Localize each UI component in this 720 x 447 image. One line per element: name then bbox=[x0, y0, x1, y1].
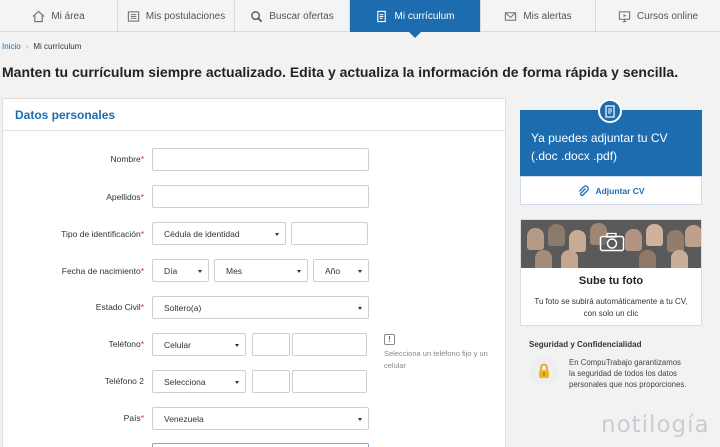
telefono-tipo-select[interactable]: Celular bbox=[152, 333, 246, 356]
face-thumbnail bbox=[535, 250, 552, 268]
face-thumbnail bbox=[548, 224, 565, 246]
anio-value: Año bbox=[325, 265, 341, 276]
attach-cv-button[interactable]: Adjuntar CV bbox=[520, 176, 702, 205]
phone-hint: Selecciona un teléfono fijo y un celular bbox=[384, 349, 488, 370]
security-text: En CompuTrabajo garantizamos la segurida… bbox=[569, 358, 687, 389]
tipo-identificacion-select[interactable]: Cédula de identidad bbox=[152, 222, 286, 245]
apellidos-label-text: Apellidos bbox=[106, 192, 141, 202]
required-mark: * bbox=[140, 302, 144, 312]
fecha-nacimiento-label: Fecha de nacimiento* bbox=[62, 266, 144, 276]
anio-select[interactable]: Año bbox=[313, 259, 369, 282]
estado-civil-label-text: Estado Civil bbox=[95, 302, 141, 312]
nav-cursos-online[interactable]: Cursos online bbox=[596, 0, 720, 32]
people-photo-strip bbox=[521, 220, 701, 268]
nav-mis-postulaciones-label: Mis postulaciones bbox=[145, 10, 226, 22]
estado-civil-select[interactable]: Soltero(a) bbox=[152, 296, 369, 319]
telefono2-label-text: Teléfono 2 bbox=[104, 376, 144, 386]
page-headline: Manten tu currículum siempre actualizado… bbox=[2, 64, 679, 80]
apellidos-label: Apellidos* bbox=[106, 192, 144, 202]
card-title: Datos personales bbox=[3, 99, 505, 131]
required-mark: * bbox=[140, 229, 144, 239]
dia-select[interactable]: Día bbox=[152, 259, 209, 282]
cv-document-icon bbox=[598, 99, 622, 123]
breadcrumb-separator: › bbox=[25, 42, 29, 51]
nombre-label: Nombre* bbox=[110, 154, 144, 164]
telefono-numero-input[interactable] bbox=[292, 333, 367, 356]
fecha-nacimiento-label-text: Fecha de nacimiento bbox=[61, 266, 141, 276]
pais-label: País* bbox=[124, 413, 144, 423]
face-thumbnail bbox=[646, 224, 663, 246]
nav-buscar-ofertas[interactable]: Buscar ofertas bbox=[235, 0, 350, 32]
face-thumbnail bbox=[671, 250, 688, 268]
nombre-input[interactable] bbox=[152, 148, 369, 171]
required-mark: * bbox=[140, 413, 144, 423]
envelope-icon bbox=[505, 11, 517, 21]
telefono2-tipo-select[interactable]: Selecciona bbox=[152, 370, 246, 393]
security-title: Seguridad y Confidencialidad bbox=[529, 340, 642, 349]
tipo-identificacion-label: Tipo de identificación* bbox=[61, 229, 144, 239]
face-thumbnail bbox=[569, 230, 586, 252]
nav-mis-postulaciones[interactable]: Mis postulaciones bbox=[118, 0, 235, 32]
list-icon bbox=[127, 10, 139, 22]
face-thumbnail bbox=[639, 250, 656, 268]
face-thumbnail bbox=[527, 228, 544, 250]
cv-upload-text: Ya puedes adjuntar tu CV (.doc .docx .pd… bbox=[531, 131, 668, 163]
camera-icon bbox=[599, 232, 625, 252]
upload-photo-box[interactable]: Sube tu foto Tu foto se subirá automátic… bbox=[520, 219, 702, 326]
lock-icon bbox=[530, 357, 558, 385]
telefono-codigo-input[interactable] bbox=[252, 333, 290, 356]
telefono-tipo-value: Celular bbox=[164, 339, 191, 350]
tipo-identificacion-label-text: Tipo de identificación bbox=[61, 229, 141, 239]
telefono2-tipo-value: Selecciona bbox=[164, 376, 206, 387]
nav-mis-alertas-label: Mis alertas bbox=[523, 10, 572, 22]
telefono-label-text: Teléfono bbox=[108, 339, 141, 349]
required-mark: * bbox=[140, 192, 144, 202]
pais-select[interactable]: Venezuela bbox=[152, 407, 369, 430]
breadcrumb-current: Mi currículum bbox=[33, 42, 82, 51]
breadcrumb-home-link[interactable]: Inicio bbox=[2, 42, 21, 51]
apellidos-input[interactable] bbox=[152, 185, 369, 208]
next-field-input[interactable] bbox=[152, 443, 369, 447]
nav-buscar-ofertas-label: Buscar ofertas bbox=[269, 10, 334, 22]
upload-photo-subtitle: Tu foto se subirá automáticamente a tu C… bbox=[534, 297, 688, 318]
nav-cursos-online-label: Cursos online bbox=[636, 10, 699, 22]
telefono2-numero-input[interactable] bbox=[292, 370, 367, 393]
mes-select[interactable]: Mes bbox=[214, 259, 308, 282]
breadcrumb: Inicio › Mi currículum bbox=[2, 42, 81, 51]
monitor-icon bbox=[618, 10, 631, 22]
face-thumbnail bbox=[625, 229, 642, 251]
tipo-identificacion-value: Cédula de identidad bbox=[164, 228, 240, 239]
nombre-label-text: Nombre bbox=[110, 154, 141, 164]
numero-identificacion-input[interactable] bbox=[291, 222, 368, 245]
estado-civil-value: Soltero(a) bbox=[164, 302, 202, 313]
main-nav: Mi área Mis postulaciones Buscar ofertas… bbox=[0, 0, 720, 38]
upload-photo-title: Sube tu foto bbox=[578, 275, 644, 287]
paperclip-icon bbox=[579, 184, 590, 196]
nav-mi-curriculum[interactable]: Mi currículum bbox=[350, 0, 481, 38]
pais-label-text: País bbox=[123, 413, 141, 423]
home-icon bbox=[32, 10, 45, 22]
document-icon bbox=[377, 10, 387, 22]
mes-value: Mes bbox=[226, 265, 243, 276]
nav-mis-alertas[interactable]: Mis alertas bbox=[481, 0, 596, 32]
required-mark: * bbox=[140, 266, 144, 276]
pais-value: Venezuela bbox=[164, 413, 204, 424]
search-icon bbox=[251, 10, 263, 22]
telefono-label: Teléfono* bbox=[109, 339, 144, 349]
estado-civil-label: Estado Civil* bbox=[96, 302, 144, 312]
face-thumbnail bbox=[561, 250, 578, 268]
face-thumbnail bbox=[667, 230, 684, 252]
watermark-logo: notilogía bbox=[601, 412, 710, 438]
required-mark: * bbox=[140, 339, 144, 349]
attach-cv-label: Adjuntar CV bbox=[595, 185, 645, 196]
dia-value: Día bbox=[164, 265, 178, 276]
telefono2-codigo-input[interactable] bbox=[252, 370, 290, 393]
required-mark: * bbox=[140, 154, 144, 164]
info-icon: ! bbox=[384, 334, 395, 345]
face-thumbnail bbox=[685, 225, 701, 247]
nav-mi-area-label: Mi área bbox=[51, 10, 85, 22]
telefono2-label: Teléfono 2 bbox=[105, 376, 144, 386]
nav-mi-curriculum-label: Mi currículum bbox=[394, 10, 455, 22]
nav-mi-area[interactable]: Mi área bbox=[0, 0, 118, 32]
